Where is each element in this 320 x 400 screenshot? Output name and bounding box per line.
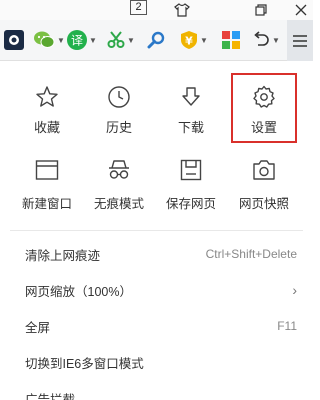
clear-history-item[interactable]: 清除上网痕迹 Ctrl+Shift+Delete <box>0 236 313 272</box>
menu-item-label: 清除上网痕迹 <box>25 248 101 263</box>
menu-item-label: 切换到IE6多窗口模式 <box>25 356 144 371</box>
page-zoom-item[interactable]: 网页缩放（100%） › <box>0 272 313 308</box>
save-icon <box>179 159 203 183</box>
screenshot-button[interactable]: 网页快照 <box>228 151 300 223</box>
download-icon <box>179 85 203 109</box>
close-icon[interactable] <box>290 0 312 20</box>
shirt-icon[interactable] <box>171 0 193 20</box>
history-label: 历史 <box>105 120 132 135</box>
shortcut-label: Ctrl+Shift+Delete <box>205 247 297 261</box>
gear-icon <box>252 85 276 109</box>
tab-count-badge[interactable]: 2 <box>130 0 147 15</box>
yen-shield-icon[interactable]: ¥ ▼ <box>180 28 208 52</box>
search-icon[interactable] <box>147 28 165 52</box>
app-logo-icon[interactable] <box>4 28 24 52</box>
settings-label: 设置 <box>250 120 277 135</box>
menu-item-label: 网页缩放（100%） <box>25 284 132 299</box>
save-page-button[interactable]: 保存网页 <box>155 151 227 223</box>
ad-block-item[interactable]: 广告拦截 <box>0 380 313 400</box>
undo-icon[interactable]: ▼ <box>252 28 280 52</box>
scissors-icon[interactable]: ▼ <box>107 28 135 52</box>
incognito-label: 无痕模式 <box>93 197 144 211</box>
downloads-label: 下载 <box>177 120 204 135</box>
favorites-label: 收藏 <box>33 120 60 135</box>
restore-icon[interactable] <box>250 0 272 20</box>
camera-icon <box>252 159 276 183</box>
menu-icon[interactable] <box>287 20 313 61</box>
incognito-button[interactable]: 无痕模式 <box>83 151 155 223</box>
menu-divider <box>10 230 303 231</box>
settings-button[interactable]: 设置 <box>228 79 300 147</box>
chevron-down-icon[interactable]: ▼ <box>89 36 97 45</box>
main-menu: 收藏 历史 下载 设置 新建窗口 无痕模式 保存网页 网页快照 清除上网痕迹 C… <box>0 61 313 400</box>
save-page-label: 保存网页 <box>165 197 216 211</box>
new-window-button[interactable]: 新建窗口 <box>11 151 83 223</box>
shortcut-label: F11 <box>277 319 297 333</box>
svg-text:¥: ¥ <box>185 35 193 48</box>
apps-grid-icon[interactable] <box>222 28 240 52</box>
incognito-icon <box>107 159 131 183</box>
downloads-button[interactable]: 下载 <box>155 79 227 147</box>
browser-frame: 2 ▼ 译 ▼ ▼ ¥ ▼ ▼ 收藏 历史 下载 设置 新建窗口 无痕模式 保存… <box>0 0 313 400</box>
menu-item-label: 广告拦截 <box>25 392 76 400</box>
extension-toolbar: ▼ 译 ▼ ▼ ¥ ▼ ▼ <box>0 20 313 61</box>
title-bar: 2 <box>0 0 313 20</box>
translate-icon[interactable]: 译 ▼ <box>67 28 97 52</box>
chevron-right-icon: › <box>292 282 297 298</box>
new-window-label: 新建窗口 <box>21 197 72 211</box>
svg-text:译: 译 <box>71 34 83 48</box>
favorites-button[interactable]: 收藏 <box>11 79 83 147</box>
history-button[interactable]: 历史 <box>83 79 155 147</box>
screenshot-label: 网页快照 <box>238 197 289 211</box>
chevron-down-icon[interactable]: ▼ <box>200 36 208 45</box>
ie6-mode-item[interactable]: 切换到IE6多窗口模式 <box>0 344 313 380</box>
chevron-down-icon[interactable]: ▼ <box>57 36 65 45</box>
star-icon <box>35 85 59 109</box>
fullscreen-item[interactable]: 全屏 F11 <box>0 308 313 344</box>
chevron-down-icon[interactable]: ▼ <box>127 36 135 45</box>
clock-icon <box>107 85 131 109</box>
chevron-down-icon[interactable]: ▼ <box>272 36 280 45</box>
window-icon <box>35 159 59 183</box>
menu-item-label: 全屏 <box>25 320 51 335</box>
wechat-icon[interactable]: ▼ <box>33 28 65 52</box>
